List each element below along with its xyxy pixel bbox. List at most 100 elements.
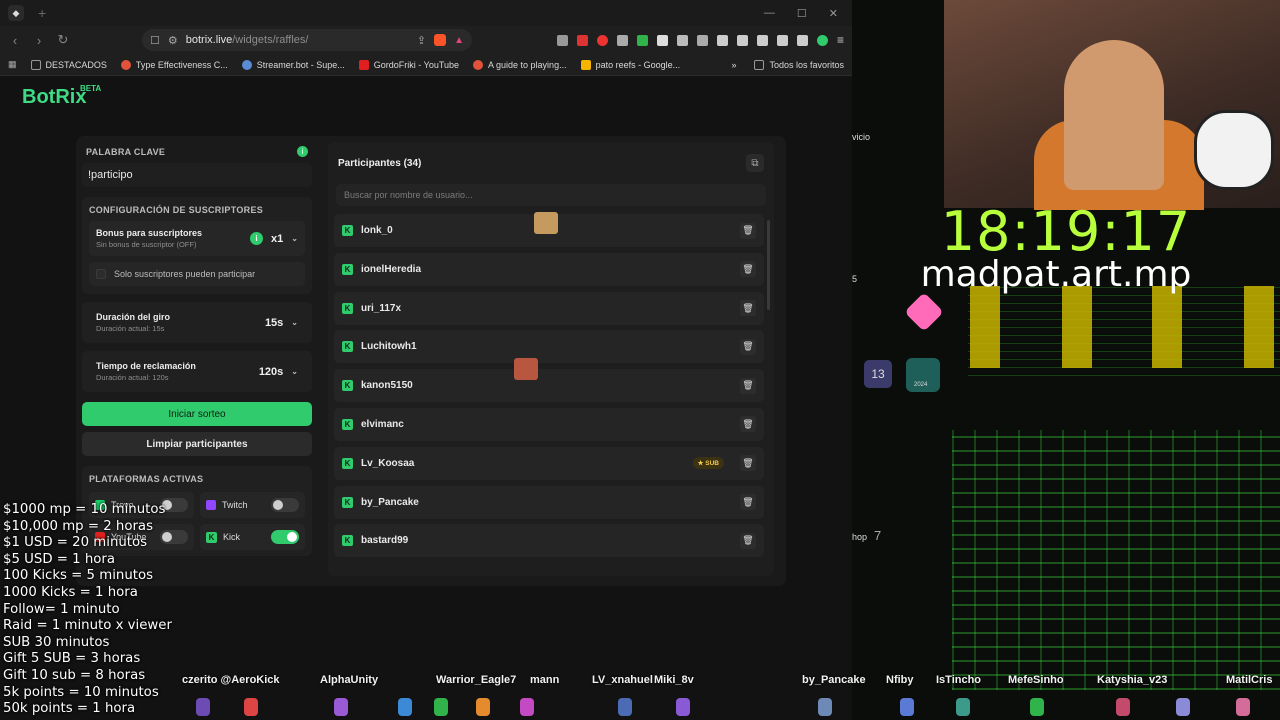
bookmark-item[interactable]: A guide to playing... [473, 59, 567, 70]
maximize-icon[interactable]: ☐ [797, 7, 807, 20]
music-icon[interactable] [716, 34, 728, 46]
kick-toggle[interactable] [271, 530, 299, 544]
forward-icon[interactable]: › [32, 33, 46, 48]
delete-icon[interactable]: 🗑 [740, 494, 756, 511]
webcam-face [1064, 40, 1164, 190]
side-text: hop [852, 532, 868, 542]
participants-panel: Participantes (34) ⧉ Buscar por nombre d… [328, 142, 774, 576]
delete-icon[interactable]: 🗑 [740, 222, 756, 239]
platform-name: Twitch [222, 500, 248, 510]
ticker-name: MefeSinho [1008, 674, 1064, 686]
bookmark-item[interactable]: Streamer.bot - Supe... [241, 59, 345, 70]
extension-icon[interactable] [596, 34, 608, 46]
delete-icon[interactable]: 🗑 [740, 532, 756, 549]
pixel-avatar-image [956, 698, 970, 716]
shield-icon[interactable] [796, 34, 808, 46]
bookmark-label: pato reefs - Google... [595, 59, 681, 70]
spin-duration-title: Duración del giro [96, 312, 171, 322]
participant-name: bastard99 [361, 535, 409, 547]
ticker-name: Katyshia_v23 [1097, 674, 1168, 686]
copy-icon[interactable]: ⧉ [746, 154, 764, 172]
twitch-toggle[interactable] [271, 498, 299, 512]
platform-kick: K Kick [200, 524, 305, 550]
spin-duration-select[interactable]: 15s [265, 317, 283, 329]
kick-icon: K [342, 225, 353, 236]
menu-icon[interactable]: ≡ [837, 33, 844, 47]
side-text: 5 [852, 274, 858, 284]
sub-bonus-select[interactable]: x1 [271, 233, 283, 245]
brave-rewards-icon[interactable]: ▲ [454, 35, 464, 46]
claim-time-desc: Duración actual: 120s [96, 373, 169, 382]
delete-icon[interactable]: 🗑 [740, 377, 756, 394]
vpn-icon[interactable] [776, 34, 788, 46]
extension-icon[interactable] [696, 34, 708, 46]
delete-icon[interactable]: 🗑 [740, 261, 756, 278]
ticker-name: AlphaUnity [320, 674, 379, 686]
delete-icon[interactable]: 🗑 [740, 416, 756, 433]
chevron-down-icon[interactable]: ⌄ [291, 318, 298, 327]
extension-icon[interactable] [556, 34, 568, 46]
keyword-input[interactable]: !participo [82, 163, 312, 187]
back-icon[interactable]: ‹ [8, 33, 22, 48]
delete-icon[interactable]: 🗑 [740, 300, 756, 317]
brave-shield-icon[interactable] [434, 34, 447, 46]
participant-search-input[interactable]: Buscar por nombre de usuario... [336, 184, 766, 206]
participants-scrollbar[interactable] [767, 220, 770, 310]
delete-icon[interactable]: 🗑 [740, 338, 756, 355]
favicon-icon [241, 59, 252, 70]
minimize-icon[interactable]: — [764, 7, 775, 20]
close-icon[interactable]: ✕ [829, 7, 838, 20]
site-info-icon[interactable]: ⚙ [168, 34, 178, 47]
bookmarks-bar: ▦ DESTACADOS Type Effectiveness C... Str… [0, 54, 852, 76]
extension-icon[interactable] [656, 34, 668, 46]
wallet-icon[interactable] [756, 34, 768, 46]
claim-time-select[interactable]: 120s [259, 366, 283, 378]
bookmark-icon[interactable]: ☐ [150, 34, 160, 47]
start-raffle-button[interactable]: Iniciar sorteo [82, 402, 312, 426]
platforms-label: PLATAFORMAS ACTIVAS [89, 474, 204, 484]
only-subs-checkbox[interactable] [96, 269, 106, 279]
extension-icon[interactable] [576, 34, 588, 46]
favicon-icon [473, 59, 484, 70]
bookmark-item[interactable]: Type Effectiveness C... [120, 59, 228, 70]
bookmarks-more[interactable]: » [731, 60, 736, 70]
share-icon[interactable]: ⇪ [417, 34, 426, 47]
heart-icon [904, 292, 944, 332]
sub-bonus-card: Bonus para suscriptores Sin bonus de sus… [89, 221, 305, 256]
participant-row: KionelHeredia 🗑 [334, 252, 764, 286]
botrix-logo[interactable]: BotRix [22, 86, 86, 109]
apps-icon[interactable]: ▦ [8, 59, 17, 70]
bookmark-item[interactable]: GordoFriki - YouTube [358, 59, 459, 70]
pixel-avatar-image [900, 698, 914, 716]
browser-tab-icon[interactable]: ◆ [8, 5, 24, 21]
info-icon[interactable]: i [297, 146, 308, 157]
sidebar-icon[interactable] [736, 34, 748, 46]
favicon-icon [120, 59, 131, 70]
all-bookmarks[interactable]: Todos los favoritos [754, 59, 844, 70]
profile-icon[interactable] [816, 34, 828, 46]
bookmark-item[interactable]: pato reefs - Google... [580, 59, 681, 70]
clear-participants-button[interactable]: Limpiar participantes [82, 432, 312, 456]
participant-row: Kkanon5150 🗑 [334, 369, 764, 403]
new-tab-icon[interactable]: + [38, 5, 46, 21]
extension-icon[interactable] [616, 34, 628, 46]
kick-icon: K [342, 418, 353, 430]
screen: ◆ + — ☐ ✕ ‹ › ↻ ☐ ⚙ botrix.live/widgets/… [0, 0, 1280, 720]
chevron-down-icon[interactable]: ⌄ [291, 234, 298, 243]
side-text: 7 [874, 528, 882, 543]
participant-name: kanon5150 [361, 380, 413, 392]
delete-icon[interactable]: 🗑 [740, 455, 756, 472]
reload-icon[interactable]: ↻ [56, 32, 70, 48]
chevron-down-icon[interactable]: ⌄ [291, 367, 298, 376]
address-bar[interactable]: ☐ ⚙ botrix.live/widgets/raffles/ ⇪ ▲ [142, 29, 472, 51]
extension-icon[interactable] [676, 34, 688, 46]
info-icon[interactable]: i [250, 232, 264, 245]
only-subs-row[interactable]: Solo suscriptores pueden participar [89, 262, 305, 286]
youtube-icon [358, 59, 369, 70]
kick-icon: K [342, 535, 353, 547]
ticker-name: LV_xnahuel [592, 674, 653, 686]
bookmark-item[interactable]: DESTACADOS [30, 59, 107, 70]
rate-line: Raid = 1 minuto x viewer [3, 618, 172, 634]
game-bar [1244, 286, 1274, 368]
extension-icon[interactable] [636, 34, 648, 46]
